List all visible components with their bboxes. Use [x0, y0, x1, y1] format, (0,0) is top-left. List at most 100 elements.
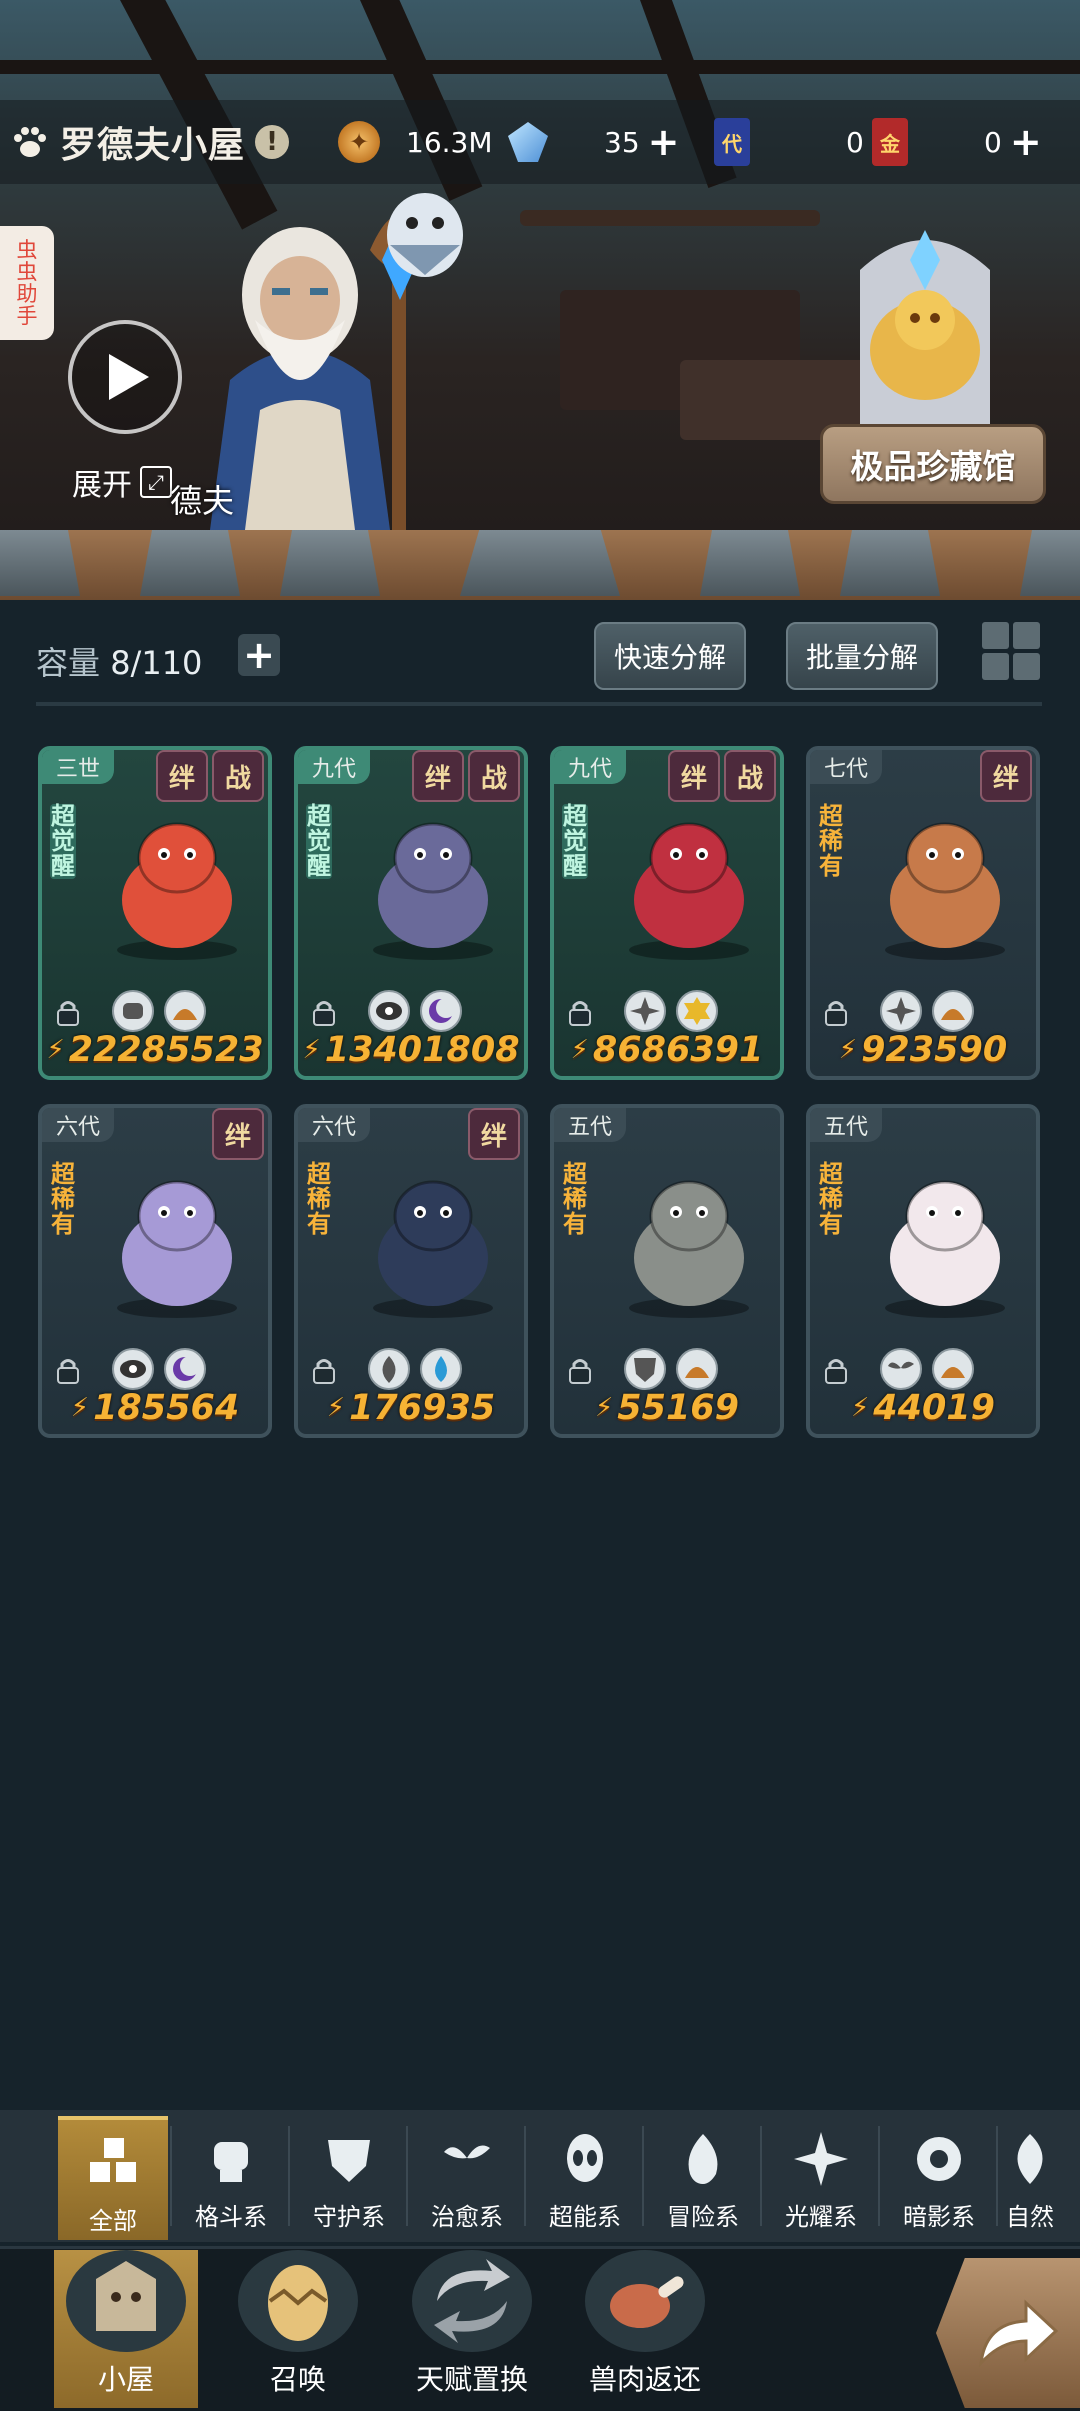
- rarity-label: 超觉醒: [562, 802, 588, 880]
- lock-icon[interactable]: [54, 1356, 82, 1384]
- category-tab[interactable]: 治愈系: [412, 2116, 522, 2236]
- star-icon: [789, 2127, 853, 2191]
- monster-card[interactable]: 六代 绊超稀有 ⚡ 185564: [38, 1104, 272, 1438]
- category-label: 格斗系: [195, 2203, 267, 2231]
- monster-card[interactable]: 六代 绊超稀有 ⚡ 176935: [294, 1104, 528, 1438]
- category-tab[interactable]: 超能系: [530, 2116, 640, 2236]
- golden-throne[interactable]: [840, 210, 1010, 430]
- monster-sprite: [117, 1180, 237, 1318]
- add-crystal-button[interactable]: +: [648, 120, 680, 164]
- category-tab[interactable]: 格斗系: [176, 2116, 286, 2236]
- expand-button[interactable]: 展开 ⤢: [72, 460, 172, 504]
- nav-label: 召唤: [269, 2363, 326, 2396]
- category-separator: [170, 2126, 172, 2226]
- power-number: 55169: [617, 1388, 740, 1428]
- category-separator: [642, 2126, 644, 2226]
- category-tab[interactable]: 光耀系: [766, 2116, 876, 2236]
- bond-tag: 绊: [980, 750, 1032, 802]
- lock-icon[interactable]: [822, 1356, 850, 1384]
- nav-label: 兽肉返还: [588, 2363, 701, 2396]
- grid-view-icon[interactable]: [982, 622, 1040, 680]
- coin-counter: ✦ 16.3M: [338, 112, 493, 172]
- nav-tab[interactable]: 召唤: [228, 2250, 368, 2408]
- monster-card[interactable]: 九代 绊战超觉醒 ⚡ 8686391: [550, 746, 784, 1080]
- rarity-label: 超稀有: [563, 1160, 587, 1238]
- nav-tab[interactable]: 天赋置换: [406, 2250, 538, 2408]
- monster-card[interactable]: 七代 绊超稀有 ⚡ 923590: [806, 746, 1040, 1080]
- power-number: 13401808: [324, 1030, 520, 1070]
- lock-icon[interactable]: [822, 998, 850, 1026]
- quick-decompose-button[interactable]: 快速分解: [594, 622, 746, 690]
- cabin-title: 罗德夫小屋: [60, 125, 246, 166]
- generation-label: 九代: [554, 750, 627, 784]
- lock-icon[interactable]: [566, 998, 594, 1026]
- capacity-label: 容量 8/110: [36, 644, 203, 682]
- power-icon: ⚡: [302, 1035, 321, 1065]
- tag-group: 绊: [468, 1108, 520, 1160]
- collection-museum-button[interactable]: 极品珍藏馆: [820, 424, 1046, 504]
- egg-icon: [238, 2250, 358, 2352]
- category-tab[interactable]: 自然: [1002, 2116, 1058, 2236]
- nav-tab[interactable]: 兽肉返还: [570, 2250, 720, 2408]
- category-label: 冒险系: [667, 2203, 739, 2231]
- bond-tag: 绊: [212, 1108, 264, 1160]
- power-icon: ⚡: [46, 1035, 65, 1065]
- power-icon: ⚡: [570, 1035, 589, 1065]
- power-value: ⚡ 8686391: [554, 1024, 780, 1076]
- monster-card[interactable]: 五代超稀有 ⚡ 44019: [806, 1104, 1040, 1438]
- info-alert-icon[interactable]: !: [255, 125, 290, 159]
- swap-icon: [412, 2250, 532, 2352]
- category-label: 暗影系: [903, 2203, 975, 2231]
- category-label: 光耀系: [785, 2203, 857, 2231]
- category-label: 治愈系: [431, 2203, 503, 2231]
- category-tab[interactable]: 冒险系: [648, 2116, 758, 2236]
- tag-group: 绊: [212, 1108, 264, 1160]
- monster-card[interactable]: 五代超稀有 ⚡ 55169: [550, 1104, 784, 1438]
- power-number: 176935: [349, 1388, 496, 1428]
- nav-tab[interactable]: 小屋: [54, 2250, 198, 2408]
- npc-name: 德夫: [170, 482, 235, 520]
- monster-card[interactable]: 三世 绊战超觉醒 ⚡ 22285523: [38, 746, 272, 1080]
- power-icon: ⚡: [70, 1393, 90, 1423]
- rarity-label: 超稀有: [819, 1160, 843, 1238]
- lock-icon[interactable]: [310, 1356, 338, 1384]
- card-a-value: 0: [846, 125, 864, 159]
- power-number: 44019: [873, 1388, 996, 1428]
- share-button[interactable]: [936, 2258, 1080, 2408]
- generation-label: 六代: [298, 1108, 371, 1142]
- add-card-b-button[interactable]: +: [1010, 120, 1042, 164]
- leaf-icon: [1002, 2127, 1058, 2191]
- category-separator: [524, 2126, 526, 2226]
- category-separator: [996, 2126, 998, 2226]
- generation-label: 三世: [42, 750, 115, 784]
- battle-tag: 战: [468, 750, 520, 802]
- expand-capacity-button[interactable]: +: [238, 633, 280, 677]
- bond-tag: 绊: [156, 750, 208, 802]
- play-video-button[interactable]: [68, 320, 182, 434]
- category-tab[interactable]: 全部: [58, 2116, 168, 2240]
- card-b-icon: 金: [872, 118, 908, 166]
- cabin-scene: [0, 0, 1080, 600]
- tag-group: 绊战: [156, 750, 264, 802]
- card-a-counter: 代 0: [714, 112, 864, 172]
- lock-icon[interactable]: [54, 998, 82, 1026]
- helper-side-tab[interactable]: 虫 虫 助 手: [0, 226, 54, 340]
- power-value: ⚡ 176935: [298, 1382, 524, 1434]
- monster-sprite: [373, 1180, 493, 1318]
- crystal-value: 35: [604, 125, 640, 159]
- paw-icon: [14, 127, 46, 157]
- lock-icon[interactable]: [310, 998, 338, 1026]
- category-tab[interactable]: 暗影系: [884, 2116, 994, 2236]
- eye-icon: [907, 2127, 971, 2191]
- generation-label: 五代: [554, 1108, 627, 1142]
- power-number: 22285523: [68, 1030, 264, 1070]
- category-tab[interactable]: 守护系: [294, 2116, 404, 2236]
- alien-icon: [553, 2127, 617, 2191]
- lock-icon[interactable]: [566, 1356, 594, 1384]
- rarity-label: 超稀有: [819, 802, 843, 880]
- expand-icon: ⤢: [140, 466, 172, 498]
- monster-card[interactable]: 九代 绊战超觉醒 ⚡ 13401808: [294, 746, 528, 1080]
- monster-sprite: [885, 1180, 1005, 1318]
- batch-decompose-button[interactable]: 批量分解: [786, 622, 938, 690]
- rarity-label: 超稀有: [51, 1160, 75, 1238]
